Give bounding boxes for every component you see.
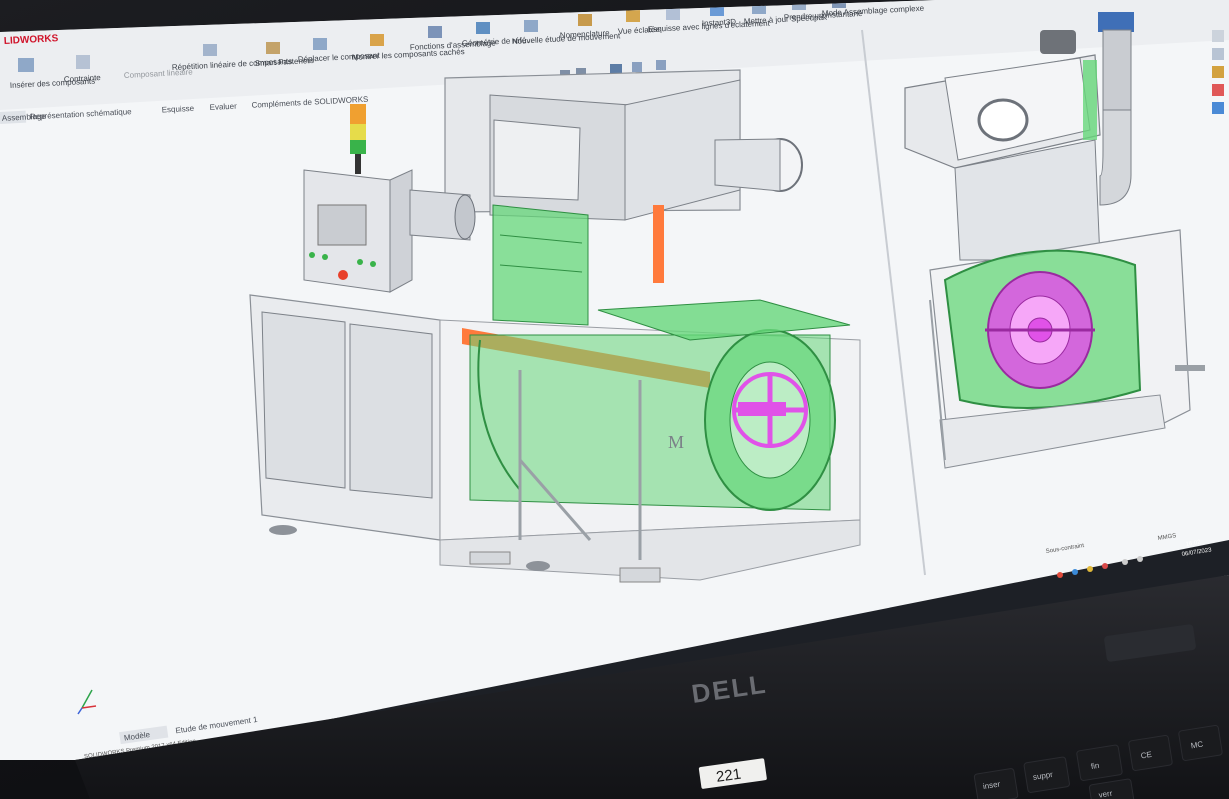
- instant3d-icon: [710, 4, 724, 16]
- snapshot-icon: [792, 0, 806, 10]
- tab-esquisse[interactable]: Esquisse: [161, 104, 194, 115]
- tray-icon[interactable]: [1102, 563, 1108, 569]
- volume-icon[interactable]: [1137, 556, 1143, 562]
- task-pane-library-icon[interactable]: [1212, 48, 1224, 60]
- task-pane-explorer-icon[interactable]: [1212, 66, 1224, 78]
- wifi-icon[interactable]: [1122, 559, 1128, 565]
- model-engraving: M: [668, 432, 684, 452]
- explode-line-icon: [666, 8, 680, 20]
- tab-evaluer[interactable]: Evaluer: [209, 102, 237, 112]
- large-assembly-icon: [832, 0, 846, 8]
- key-label: fin: [1090, 761, 1100, 771]
- task-pane-custom-icon[interactable]: [1212, 102, 1224, 114]
- fastener-icon: [266, 42, 280, 54]
- assembly-features-icon: [428, 26, 442, 38]
- task-pane-appearance-icon[interactable]: [1212, 84, 1224, 96]
- tray-icon[interactable]: [1072, 569, 1078, 575]
- linear-pattern-icon: [203, 44, 217, 56]
- keyboard-key[interactable]: [1076, 744, 1123, 781]
- show-hidden-icon: [370, 34, 384, 46]
- mate-icon: [76, 55, 90, 69]
- reference-geometry-icon: [476, 22, 490, 34]
- insert-components-icon: [18, 58, 34, 72]
- asset-tag-number: 221: [715, 766, 742, 786]
- tray-icon[interactable]: [1057, 572, 1063, 578]
- bom-icon: [578, 14, 592, 26]
- exploded-view-icon: [626, 10, 640, 22]
- ribbon-button-label: Instant3D: [702, 17, 737, 28]
- key-label: CE: [1140, 750, 1152, 761]
- speedpak-icon: [752, 2, 766, 14]
- move-component-icon: [313, 38, 327, 50]
- key-label: verr: [1098, 789, 1113, 799]
- tray-icon[interactable]: [1087, 566, 1093, 572]
- task-pane-home-icon[interactable]: [1212, 30, 1224, 42]
- screen: LIDWORKS Insérer des composants Contrain…: [0, 0, 1229, 799]
- motion-study-icon: [524, 20, 538, 32]
- display-style-icon[interactable]: [632, 62, 642, 72]
- hide-show-icon[interactable]: [656, 60, 666, 70]
